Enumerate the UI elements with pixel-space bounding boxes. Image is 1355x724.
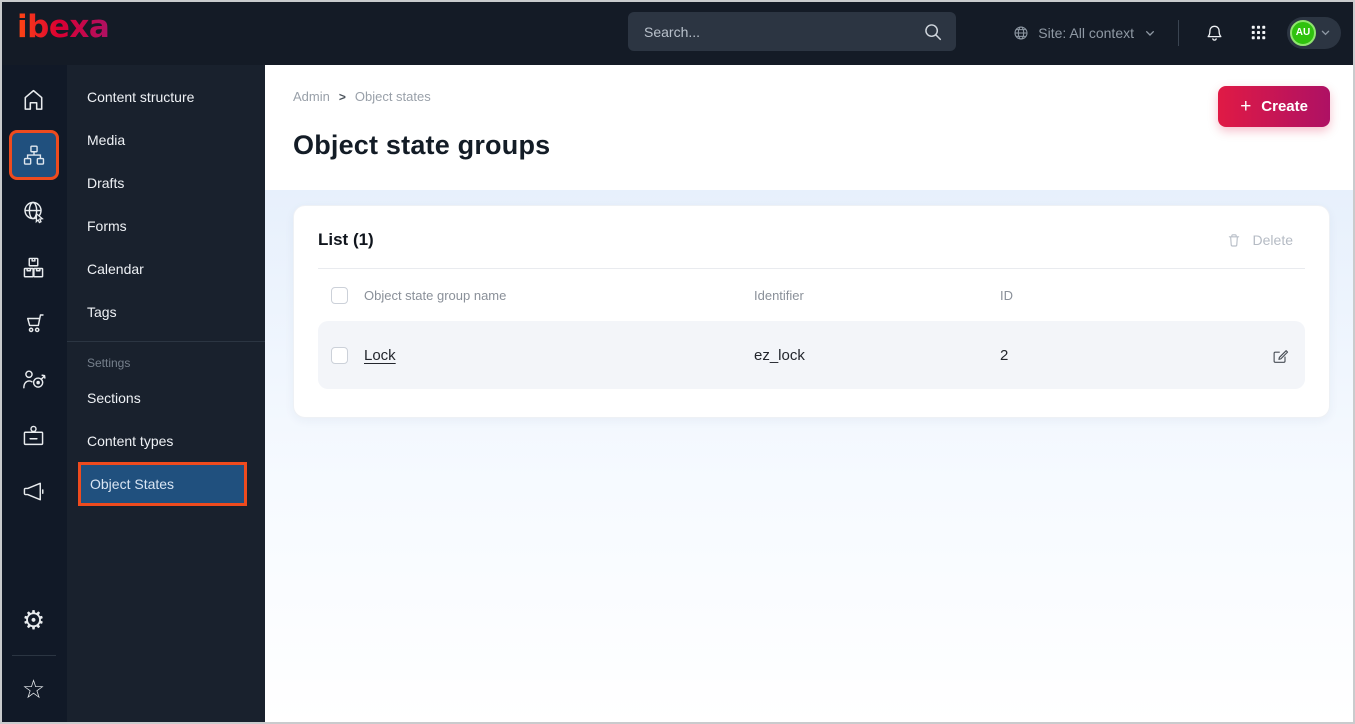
edit-icon <box>1273 349 1288 363</box>
delete-button-label: Delete <box>1252 232 1293 248</box>
menu-item-sections[interactable]: Sections <box>67 376 265 419</box>
rail-item-bookmarks[interactable]: ☆ <box>9 662 59 718</box>
rail-item-content-structure[interactable] <box>8 127 59 183</box>
menu-item-tags[interactable]: Tags <box>67 290 265 333</box>
row-identifier: ez_lock <box>754 346 805 364</box>
menu-item-content-structure[interactable]: Content structure <box>67 75 265 118</box>
notifications-button[interactable] <box>1199 18 1229 48</box>
topbar-divider <box>1178 19 1179 46</box>
rail-divider <box>11 655 56 656</box>
breadcrumb: Admin > Object states <box>293 89 1330 104</box>
main-content: Admin > Object states Object state group… <box>265 65 1355 724</box>
row-id: 2 <box>1000 346 1009 364</box>
site-context-dropdown[interactable]: Site: All context <box>1012 24 1158 42</box>
menu-item-drafts[interactable]: Drafts <box>67 161 265 204</box>
rail-item-settings[interactable]: ⚙ <box>9 593 59 649</box>
chevron-down-icon <box>1321 30 1330 36</box>
list-title: List (1) <box>318 230 374 249</box>
rail-item-campaign[interactable] <box>9 463 59 519</box>
megaphone-icon <box>23 482 44 500</box>
breadcrumb-current: Object states <box>354 89 431 104</box>
icon-rail: ⚙ ☆ <box>0 65 67 724</box>
menu-item-calendar[interactable]: Calendar <box>67 247 265 290</box>
breadcrumb-separator: > <box>338 89 346 104</box>
rail-bottom: ⚙ ☆ <box>0 593 67 724</box>
menu-section-settings: Settings <box>87 356 131 370</box>
content-structure-icon <box>23 145 44 165</box>
object-state-groups-card: List (1) Delete Object state group name … <box>293 205 1330 418</box>
table-header: Object state group name Identifier ID <box>318 269 1305 321</box>
table-row: Lock ez_lock 2 <box>318 321 1305 389</box>
rail-item-product-catalog[interactable] <box>9 239 59 295</box>
topbar: ibexa Site: All context <box>0 0 1355 65</box>
site-globe-icon <box>24 201 44 223</box>
ibexa-logo: ibexa <box>17 9 110 45</box>
row-checkbox[interactable] <box>331 346 348 364</box>
star-icon: ☆ <box>21 675 46 705</box>
column-identifier: Identifier <box>754 287 804 303</box>
search-icon[interactable] <box>922 21 944 43</box>
page-body: List (1) Delete Object state group name … <box>265 190 1355 724</box>
app-grid-button[interactable] <box>1243 18 1273 48</box>
create-button[interactable]: + Create <box>1218 86 1330 127</box>
page-header: Admin > Object states Object state group… <box>265 65 1355 190</box>
row-name-link[interactable]: Lock <box>364 347 754 364</box>
global-search[interactable] <box>628 12 956 51</box>
rail-item-home[interactable] <box>9 71 59 127</box>
sidebar-menu: Content structure Media Drafts Forms Cal… <box>67 65 265 724</box>
menu-item-forms[interactable]: Forms <box>67 204 265 247</box>
menu-item-content-types[interactable]: Content types <box>67 419 265 462</box>
home-icon <box>24 89 43 110</box>
grid-icon <box>1251 25 1265 40</box>
avatar: AU <box>1290 19 1316 46</box>
rail-item-personalization[interactable] <box>9 351 59 407</box>
rail-item-commerce[interactable] <box>9 295 59 351</box>
badge-icon <box>23 425 44 445</box>
user-menu[interactable]: AU <box>1287 16 1341 49</box>
product-catalog-icon <box>23 257 44 277</box>
trash-icon <box>1228 234 1239 247</box>
personalization-icon <box>23 369 46 389</box>
cart-icon <box>26 313 44 332</box>
column-name: Object state group name <box>364 287 507 303</box>
card-header: List (1) Delete <box>318 228 1305 269</box>
plus-icon: + <box>1240 96 1252 117</box>
page-title: Object state groups <box>293 130 551 160</box>
topbar-right: Site: All context AU <box>1012 0 1341 65</box>
menu-divider <box>67 341 265 342</box>
gear-icon: ⚙ <box>21 606 46 636</box>
rail-item-site[interactable] <box>9 183 59 239</box>
edit-button[interactable] <box>1255 345 1305 366</box>
create-button-label: Create <box>1261 98 1308 115</box>
globe-icon <box>1012 24 1030 42</box>
delete-button[interactable]: Delete <box>1224 230 1305 250</box>
column-id: ID <box>1000 287 1013 303</box>
chevron-down-icon <box>1146 30 1154 36</box>
menu-item-media[interactable]: Media <box>67 118 265 161</box>
select-all-checkbox[interactable] <box>331 286 348 304</box>
menu-item-object-states[interactable]: Object States <box>78 462 247 506</box>
content-structure-active-tile[interactable] <box>8 130 59 180</box>
site-context-label: Site: All context <box>1038 24 1134 41</box>
search-input[interactable] <box>644 23 922 40</box>
rail-item-corporate[interactable] <box>9 407 59 463</box>
breadcrumb-admin[interactable]: Admin <box>293 89 330 104</box>
bell-icon <box>1207 25 1221 41</box>
